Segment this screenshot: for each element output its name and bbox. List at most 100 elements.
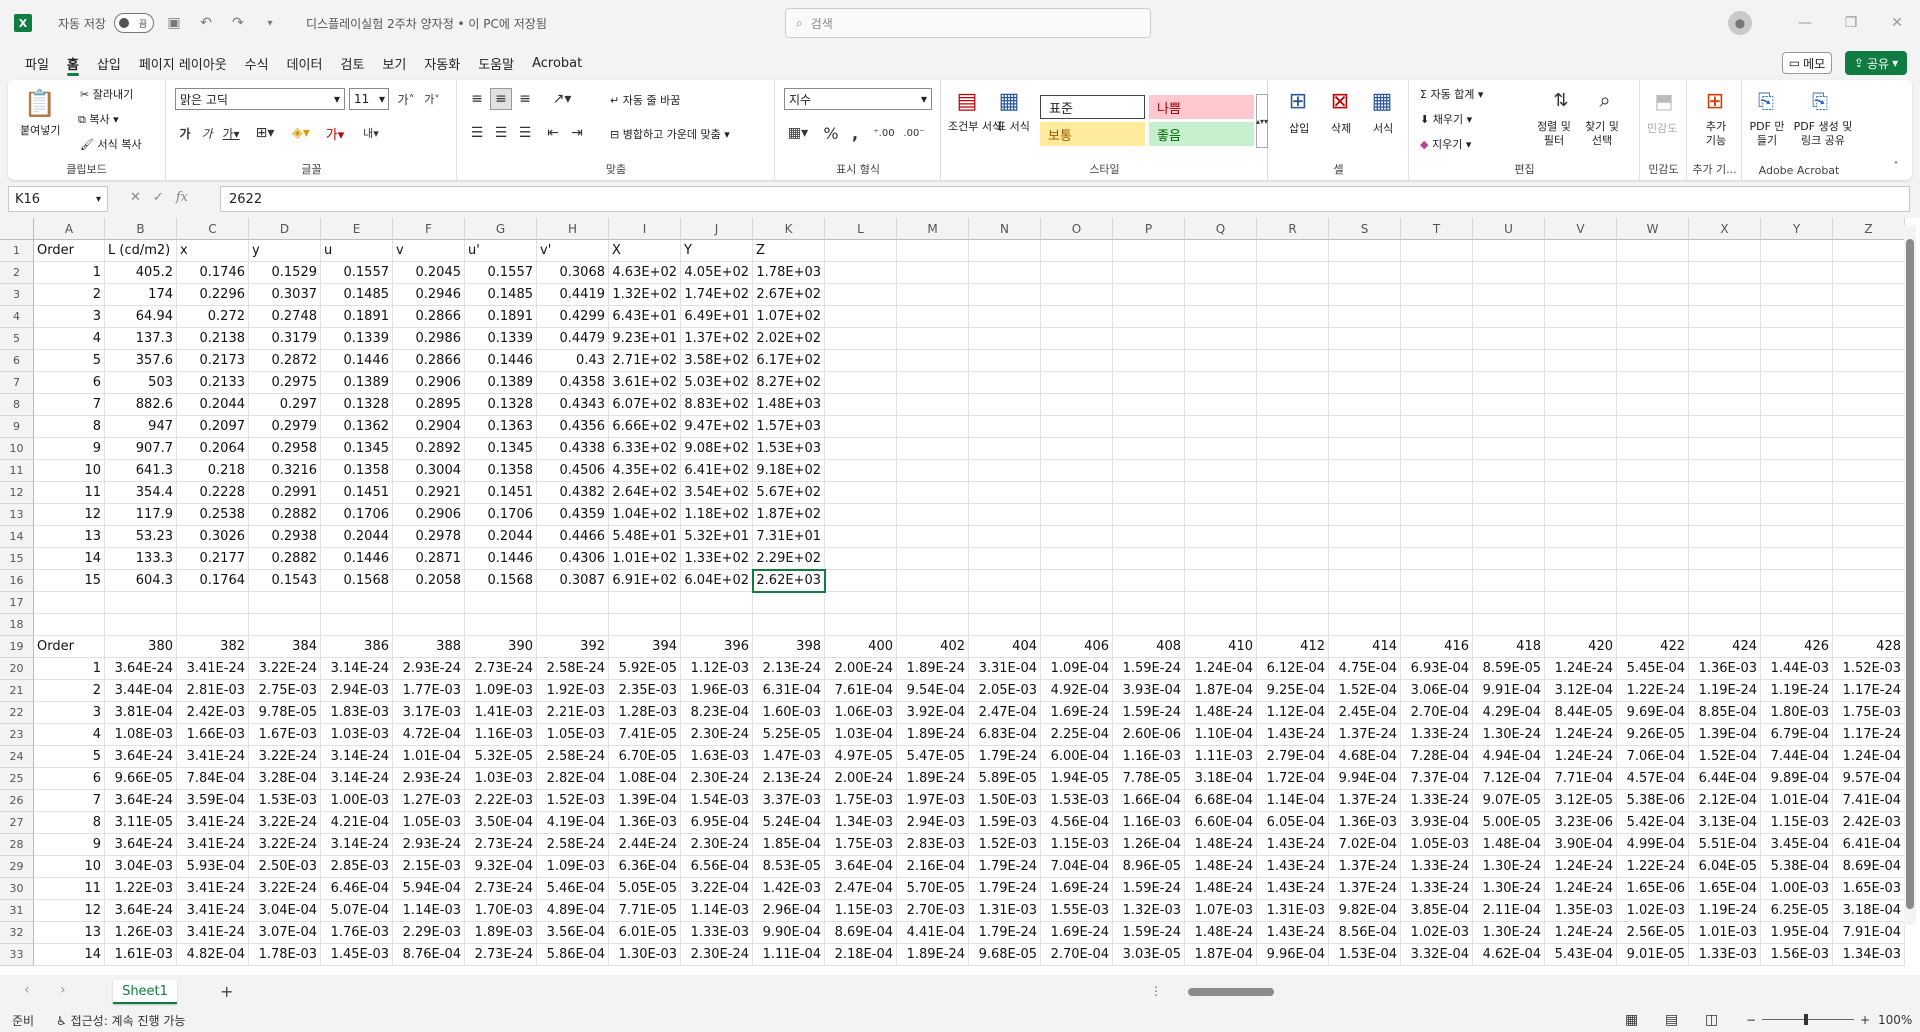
close-icon[interactable]: ✕ [1874, 0, 1920, 46]
cell[interactable]: 392 [537, 636, 609, 658]
cell[interactable]: 9.23E+01 [609, 328, 681, 350]
cell[interactable]: 4 [34, 724, 105, 746]
row-header[interactable]: 5 [0, 328, 34, 350]
cell[interactable]: 3 [34, 306, 105, 328]
select-all-corner[interactable] [0, 218, 34, 240]
cell[interactable]: 5.45E-04 [1617, 658, 1689, 680]
cell[interactable]: 6.41E-04 [1833, 834, 1905, 856]
cell[interactable]: 6.79E-04 [1761, 724, 1833, 746]
cell[interactable] [1689, 570, 1761, 592]
tab-acrobat[interactable]: Acrobat [523, 49, 591, 77]
cell[interactable] [969, 350, 1041, 372]
cell[interactable] [969, 372, 1041, 394]
cell[interactable] [825, 482, 897, 504]
cell[interactable]: 400 [825, 636, 897, 658]
cell[interactable]: 1.41E-03 [465, 702, 537, 724]
cell[interactable]: 3.64E-24 [105, 658, 177, 680]
cell[interactable]: 6.04E+02 [681, 570, 753, 592]
paste-button[interactable]: 붙여넣기 [20, 122, 60, 138]
cell[interactable] [1833, 504, 1905, 526]
style-bad[interactable]: 나쁨 [1149, 95, 1254, 119]
cell[interactable]: 1.75E-03 [1833, 702, 1905, 724]
cell[interactable] [1041, 240, 1113, 262]
cell[interactable]: 1.05E-03 [1401, 834, 1473, 856]
cell[interactable] [1761, 526, 1833, 548]
cell[interactable]: 2.44E-24 [609, 834, 681, 856]
cell[interactable]: 2.02E+02 [753, 328, 825, 350]
cell[interactable]: 641.3 [105, 460, 177, 482]
cell[interactable]: 1.59E-24 [1113, 878, 1185, 900]
cell[interactable]: 4.63E+02 [609, 262, 681, 284]
clear-button[interactable]: ◆ 지우기 ▾ [1420, 136, 1471, 152]
cell[interactable] [1545, 328, 1617, 350]
cell[interactable]: 3.81E-04 [105, 702, 177, 724]
cell[interactable] [1257, 548, 1329, 570]
cell[interactable]: 2.58E-24 [537, 746, 609, 768]
cell[interactable] [1257, 482, 1329, 504]
cell[interactable] [1689, 350, 1761, 372]
cell[interactable] [1401, 614, 1473, 636]
cell[interactable] [1545, 526, 1617, 548]
cell[interactable] [1689, 284, 1761, 306]
cell[interactable] [1761, 548, 1833, 570]
cell[interactable]: 2.73E-24 [465, 944, 537, 966]
cell[interactable]: 2.70E-03 [897, 900, 969, 922]
cell[interactable]: 1.37E+02 [681, 328, 753, 350]
row-header[interactable]: 31 [0, 900, 34, 922]
cell[interactable]: 1.17E-24 [1833, 680, 1905, 702]
cell[interactable]: 1.01E-04 [1761, 790, 1833, 812]
cell[interactable] [1833, 460, 1905, 482]
cell[interactable] [177, 592, 249, 614]
cell[interactable]: 7.84E-04 [177, 768, 249, 790]
cell[interactable] [897, 614, 969, 636]
tab-view[interactable]: 보기 [373, 49, 415, 77]
cell[interactable]: 0.2895 [393, 394, 465, 416]
cell[interactable]: 1.07E-03 [1185, 900, 1257, 922]
cell[interactable] [1113, 240, 1185, 262]
find-select-button[interactable]: 찾기 및 선택 [1580, 120, 1624, 148]
cell[interactable] [1185, 284, 1257, 306]
cell[interactable]: 5.70E-05 [897, 878, 969, 900]
cell[interactable]: 1.31E-03 [969, 900, 1041, 922]
sensitivity-button[interactable]: 민감도 [1647, 120, 1677, 136]
underline-icon[interactable]: 가▾ [219, 122, 243, 144]
cell[interactable] [1689, 372, 1761, 394]
cell[interactable]: 1.11E-03 [1185, 746, 1257, 768]
cell[interactable] [1761, 394, 1833, 416]
column-header[interactable]: B [105, 218, 177, 240]
cell[interactable]: 3.04E-04 [249, 900, 321, 922]
cell[interactable]: 6.25E-05 [1761, 900, 1833, 922]
cell[interactable] [1761, 416, 1833, 438]
tab-automate[interactable]: 자동화 [415, 49, 469, 77]
cell[interactable]: 1.59E-03 [969, 812, 1041, 834]
minimize-icon[interactable]: — [1782, 0, 1828, 46]
cell[interactable]: 9.91E-04 [1473, 680, 1545, 702]
cell[interactable]: 384 [249, 636, 321, 658]
cell[interactable] [1041, 614, 1113, 636]
cell[interactable]: 2.30E-24 [681, 768, 753, 790]
cell[interactable]: 1.24E-24 [1545, 878, 1617, 900]
cell[interactable] [34, 592, 105, 614]
cell[interactable] [1185, 526, 1257, 548]
cell[interactable]: 1.76E-03 [321, 922, 393, 944]
cell[interactable]: 1.94E-05 [1041, 768, 1113, 790]
cell[interactable]: 0.1706 [465, 504, 537, 526]
cell[interactable]: 604.3 [105, 570, 177, 592]
cell[interactable] [1257, 328, 1329, 350]
cell[interactable] [1761, 592, 1833, 614]
cell[interactable]: 0.1363 [465, 416, 537, 438]
column-header[interactable]: X [1689, 218, 1761, 240]
cell[interactable] [825, 372, 897, 394]
cell[interactable]: 354.4 [105, 482, 177, 504]
cell[interactable] [1185, 548, 1257, 570]
cell[interactable] [1041, 504, 1113, 526]
cell[interactable]: 0.2979 [249, 416, 321, 438]
cell[interactable]: 412 [1257, 636, 1329, 658]
cell[interactable]: 1.15E-03 [1041, 834, 1113, 856]
cell[interactable] [753, 592, 825, 614]
cell[interactable]: 0.1328 [321, 394, 393, 416]
cell[interactable]: 5.92E-05 [609, 658, 681, 680]
cell[interactable]: 7.04E-04 [1041, 856, 1113, 878]
column-header[interactable]: N [969, 218, 1041, 240]
cell[interactable]: 1.02E-03 [1401, 922, 1473, 944]
